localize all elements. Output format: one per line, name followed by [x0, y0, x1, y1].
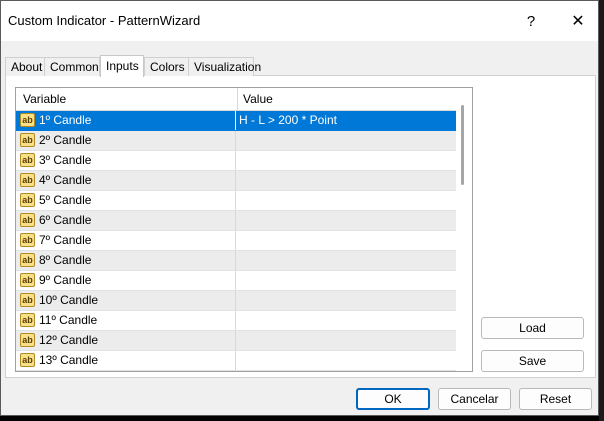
scrollbar-thumb[interactable]: [461, 105, 464, 185]
table-row[interactable]: ab 5º Candle: [16, 191, 456, 211]
string-type-icon: ab: [20, 293, 35, 307]
table-row[interactable]: ab 4º Candle: [16, 171, 456, 191]
variable-cell[interactable]: ab 5º Candle: [16, 191, 236, 210]
table-row[interactable]: ab 8º Candle: [16, 251, 456, 271]
table-row[interactable]: ab 7º Candle: [16, 231, 456, 251]
variable-cell[interactable]: ab 2º Candle: [16, 131, 236, 150]
table-row[interactable]: ab 10º Candle: [16, 291, 456, 311]
close-icon[interactable]: ✕: [562, 10, 594, 34]
tab-visualization[interactable]: Visualization: [188, 57, 261, 76]
load-button[interactable]: Load: [481, 317, 584, 339]
tab-colors[interactable]: Colors: [144, 57, 189, 76]
variable-cell[interactable]: ab 9º Candle: [16, 271, 236, 290]
string-type-icon: ab: [20, 333, 35, 347]
variable-cell[interactable]: ab 7º Candle: [16, 231, 236, 250]
variable-name: 4º Candle: [39, 173, 92, 187]
custom-indicator-dialog: Custom Indicator - PatternWizard ? ✕ Abo…: [0, 0, 599, 416]
variable-name: 3º Candle: [39, 153, 92, 167]
variable-name: 2º Candle: [39, 133, 92, 147]
variable-cell[interactable]: ab 8º Candle: [16, 251, 236, 270]
variable-name: 6º Candle: [39, 213, 92, 227]
window-title: Custom Indicator - PatternWizard: [8, 13, 201, 28]
table-row[interactable]: ab 2º Candle: [16, 131, 456, 151]
variable-cell[interactable]: ab 13º Candle: [16, 351, 236, 370]
string-type-icon: ab: [20, 213, 35, 227]
string-type-icon: ab: [20, 173, 35, 187]
variable-name: 1º Candle: [39, 113, 92, 127]
string-type-icon: ab: [20, 253, 35, 267]
variable-cell[interactable]: ab 1º Candle: [16, 111, 236, 130]
cancel-button[interactable]: Cancelar: [438, 388, 511, 410]
inputs-grid: Variable Value ab 1º Candle H - L > 200 * …: [15, 87, 473, 372]
column-header-variable[interactable]: Variable: [16, 88, 238, 110]
variable-cell[interactable]: ab 12º Candle: [16, 331, 236, 350]
variable-cell[interactable]: ab 11º Candle: [16, 311, 236, 330]
variable-cell[interactable]: ab 3º Candle: [16, 151, 236, 170]
tab-common[interactable]: Common: [44, 57, 100, 76]
string-type-icon: ab: [20, 353, 35, 367]
table-row[interactable]: ab 12º Candle: [16, 331, 456, 351]
string-type-icon: ab: [20, 113, 35, 127]
variable-name: 13º Candle: [39, 353, 99, 367]
variable-name: 9º Candle: [39, 273, 92, 287]
title-bar: Custom Indicator - PatternWizard ? ✕: [1, 1, 598, 41]
string-type-icon: ab: [20, 153, 35, 167]
variable-name: 11º Candle: [39, 313, 98, 327]
table-row[interactable]: ab 3º Candle: [16, 151, 456, 171]
variable-name: 7º Candle: [39, 233, 92, 247]
variable-cell[interactable]: ab 6º Candle: [16, 211, 236, 230]
table-row[interactable]: ab 13º Candle: [16, 351, 456, 371]
table-row[interactable]: ab 11º Candle: [16, 311, 456, 331]
string-type-icon: ab: [20, 193, 35, 207]
grid-header: Variable Value: [16, 88, 456, 111]
reset-button[interactable]: Reset: [519, 388, 592, 410]
string-type-icon: ab: [20, 133, 35, 147]
tab-about[interactable]: About: [5, 57, 45, 76]
variable-name: 12º Candle: [39, 333, 99, 347]
variable-name: 8º Candle: [39, 253, 92, 267]
string-type-icon: ab: [20, 313, 35, 327]
save-button[interactable]: Save: [481, 350, 584, 372]
variable-name: 10º Candle: [39, 293, 99, 307]
grid-rows: ab 1º Candle H - L > 200 * Point ab 2º Candl…: [16, 111, 456, 371]
column-header-value[interactable]: Value: [236, 88, 455, 110]
help-icon[interactable]: ?: [515, 10, 547, 34]
tab-inputs[interactable]: Inputs: [100, 55, 144, 77]
table-row[interactable]: ab 6º Candle: [16, 211, 456, 231]
string-type-icon: ab: [20, 273, 35, 287]
variable-name: 5º Candle: [39, 193, 92, 207]
value-cell[interactable]: H - L > 200 * Point: [239, 111, 337, 130]
table-row[interactable]: ab 9º Candle: [16, 271, 456, 291]
grid-scrollbar[interactable]: [456, 88, 472, 371]
table-row[interactable]: ab 1º Candle H - L > 200 * Point: [16, 111, 456, 131]
variable-cell[interactable]: ab 4º Candle: [16, 171, 236, 190]
ok-button[interactable]: OK: [356, 388, 430, 410]
background-chart-strip: [599, 0, 604, 421]
string-type-icon: ab: [20, 233, 35, 247]
variable-cell[interactable]: ab 10º Candle: [16, 291, 236, 310]
